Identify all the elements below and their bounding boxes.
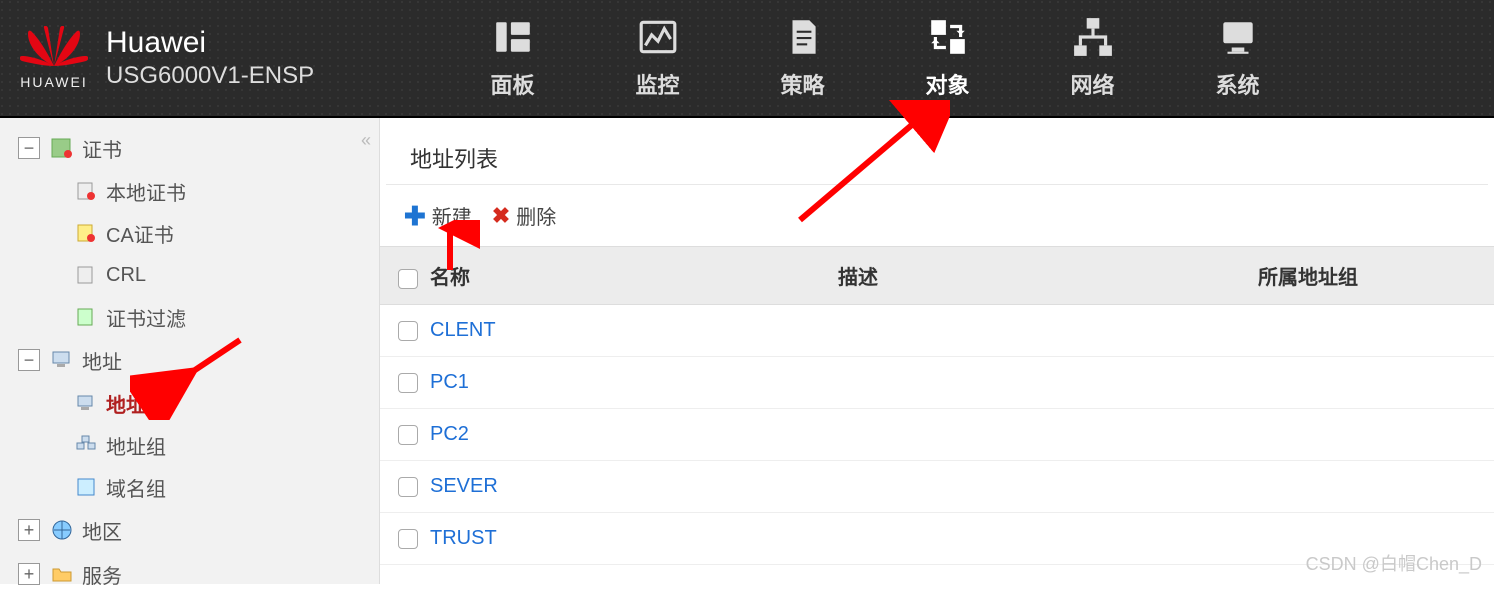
- nav-panel[interactable]: 面板: [440, 0, 585, 116]
- delete-button[interactable]: ✖ 删除: [492, 201, 556, 230]
- tree-node-address[interactable]: − 地址: [18, 338, 379, 382]
- sidebar: « − 证书 本地证书 CA证书 CRL 证书过滤 −: [0, 118, 380, 584]
- nav-object[interactable]: 对象: [875, 0, 1020, 116]
- row-group: [1240, 357, 1494, 409]
- tree-node-cert-filter[interactable]: 证书过滤: [74, 296, 379, 338]
- top-nav: 面板 监控 策略 对象 网络 系统: [440, 0, 1310, 116]
- table-row: PC2: [380, 409, 1494, 461]
- row-desc: [820, 357, 1240, 409]
- row-checkbox[interactable]: [398, 425, 418, 445]
- col-desc: 描述: [838, 267, 878, 289]
- col-group: 所属地址组: [1258, 267, 1358, 289]
- system-icon: [1217, 16, 1259, 58]
- row-desc: [820, 409, 1240, 461]
- row-name-link[interactable]: SEVER: [430, 475, 498, 497]
- policy-icon: [782, 16, 824, 58]
- brand-title: Huawei: [106, 26, 314, 60]
- tree-node-address-item[interactable]: 地址: [74, 382, 379, 424]
- row-checkbox[interactable]: [398, 321, 418, 341]
- collapse-icon[interactable]: −: [18, 137, 40, 159]
- tree-node-cert[interactable]: − 证书: [18, 126, 379, 170]
- plus-icon: ✚: [404, 203, 426, 229]
- watermark: CSDN @白帽Chen_D: [1306, 550, 1482, 576]
- panel-icon: [492, 16, 534, 58]
- file-icon: [74, 305, 98, 329]
- tree-node-service[interactable]: + 服务: [18, 552, 379, 596]
- domain-icon: [74, 475, 98, 499]
- nav-policy[interactable]: 策略: [730, 0, 875, 116]
- logo-text: HUAWEI: [20, 74, 88, 90]
- row-group: [1240, 305, 1494, 357]
- computer-icon: [50, 348, 74, 372]
- nav-monitor[interactable]: 监控: [585, 0, 730, 116]
- huawei-logo: HUAWEI: [20, 26, 88, 90]
- delete-icon: ✖: [492, 205, 510, 227]
- file-icon: [74, 179, 98, 203]
- tree-node-domain-group[interactable]: 域名组: [74, 466, 379, 508]
- network-icon: [1072, 16, 1114, 58]
- row-desc: [820, 513, 1240, 565]
- row-desc: [820, 461, 1240, 513]
- row-checkbox[interactable]: [398, 373, 418, 393]
- globe-icon: [50, 518, 74, 542]
- table-row: PC1: [380, 357, 1494, 409]
- toolbar: ✚ 新建 ✖ 删除: [380, 185, 1494, 246]
- collapse-icon[interactable]: −: [18, 349, 40, 371]
- huawei-logo-icon: [20, 26, 88, 70]
- nav-system[interactable]: 系统: [1165, 0, 1310, 116]
- tree-node-crl[interactable]: CRL: [74, 254, 379, 296]
- expand-icon[interactable]: +: [18, 563, 40, 585]
- file-icon: [74, 263, 98, 287]
- object-icon: [927, 16, 969, 58]
- tree-node-ca-cert[interactable]: CA证书: [74, 212, 379, 254]
- monitor-icon: [637, 16, 679, 58]
- row-name-link[interactable]: PC2: [430, 423, 469, 445]
- row-checkbox[interactable]: [398, 529, 418, 549]
- new-button[interactable]: ✚ 新建: [404, 201, 472, 230]
- select-all-checkbox[interactable]: [398, 269, 418, 289]
- expand-icon[interactable]: +: [18, 519, 40, 541]
- file-icon: [74, 221, 98, 245]
- row-name-link[interactable]: TRUST: [430, 527, 497, 549]
- row-name-link[interactable]: CLENT: [430, 319, 496, 341]
- row-group: [1240, 461, 1494, 513]
- app-header: HUAWEI Huawei USG6000V1-ENSP 面板 监控 策略 对象…: [0, 0, 1494, 118]
- table-row: SEVER: [380, 461, 1494, 513]
- panel-title: 地址列表: [386, 124, 1488, 185]
- cert-icon: [50, 136, 74, 160]
- tree-node-address-group[interactable]: 地址组: [74, 424, 379, 466]
- nav-network[interactable]: 网络: [1020, 0, 1165, 116]
- main-content: 地址列表 ✚ 新建 ✖ 删除 名称 描述 所属地址组 CLENT PC1 PC2 SE…: [380, 118, 1494, 584]
- brand-block: HUAWEI Huawei USG6000V1-ENSP: [0, 26, 440, 90]
- address-table: 名称 描述 所属地址组 CLENT PC1 PC2 SEVER TRUST: [380, 246, 1494, 565]
- row-checkbox[interactable]: [398, 477, 418, 497]
- tree-node-local-cert[interactable]: 本地证书: [74, 170, 379, 212]
- tree-node-region[interactable]: + 地区: [18, 508, 379, 552]
- computer-icon: [74, 391, 98, 415]
- table-row: CLENT: [380, 305, 1494, 357]
- group-icon: [74, 433, 98, 457]
- folder-icon: [50, 562, 74, 586]
- row-group: [1240, 409, 1494, 461]
- brand-subtitle: USG6000V1-ENSP: [106, 62, 314, 90]
- row-desc: [820, 305, 1240, 357]
- col-name: 名称: [430, 267, 470, 289]
- sidebar-collapse-icon[interactable]: «: [361, 130, 371, 151]
- row-name-link[interactable]: PC1: [430, 371, 469, 393]
